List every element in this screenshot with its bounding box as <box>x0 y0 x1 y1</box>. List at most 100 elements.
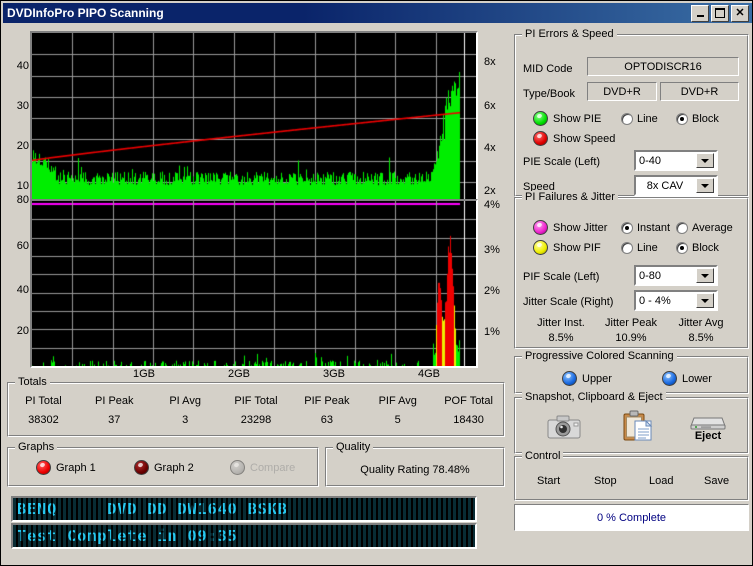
load-button[interactable]: Load <box>649 475 673 487</box>
top-chart-right-tick-6x: 6x <box>484 100 496 112</box>
upper-led-icon <box>562 371 577 386</box>
maximize-icon <box>715 8 725 18</box>
maximize-button[interactable] <box>711 5 729 22</box>
top-chart-ytick-10: 10 <box>5 180 29 192</box>
totals-value: 18430 <box>433 414 504 426</box>
book-value: DVD+R <box>660 82 739 101</box>
top-chart-ytick-30: 30 <box>5 100 29 112</box>
jitter-average-radio[interactable]: Average <box>676 222 733 234</box>
radio-icon <box>621 242 633 254</box>
jitter-peak-header: Jitter Peak <box>595 317 667 329</box>
graph2-button[interactable]: Graph 2 <box>134 460 194 475</box>
window-buttons: ✕ <box>691 5 749 22</box>
close-icon: ✕ <box>735 8 744 19</box>
totals-header: PIF Avg <box>362 395 433 407</box>
totals-header: PIF Peak <box>291 395 362 407</box>
jitter-average-label: Average <box>692 222 733 234</box>
lower-led-icon <box>662 371 677 386</box>
start-button[interactable]: Start <box>537 475 560 487</box>
show-pif-label: Show PIF <box>553 242 601 254</box>
type-book-label: Type/Book <box>523 88 575 100</box>
speed-select[interactable]: 8x CAV <box>634 175 718 196</box>
chevron-down-icon[interactable] <box>696 178 714 193</box>
bottom-chart-ytick-80: 80 <box>5 194 29 206</box>
chevron-down-icon[interactable] <box>696 268 714 283</box>
show-pif-toggle[interactable]: Show PIF <box>533 240 601 255</box>
lower-toggle[interactable]: Lower <box>662 371 712 386</box>
progressive-scanning-group: Progressive Colored Scanning Upper Lower <box>514 356 749 394</box>
show-jitter-toggle[interactable]: Show Jitter <box>533 220 607 235</box>
pi-failures-label: PI Failures & Jitter <box>522 191 618 203</box>
upper-toggle[interactable]: Upper <box>562 371 612 386</box>
jitter-scale-label: Jitter Scale (Right) <box>523 296 613 308</box>
show-jitter-led-icon <box>533 220 548 235</box>
snapshot-button[interactable] <box>545 411 583 443</box>
application-window: DVDInfoPro PIPO Scanning ✕ 40 30 20 10 8… <box>0 0 753 566</box>
pif-line-radio[interactable]: Line <box>621 242 658 254</box>
control-label: Control <box>522 450 563 462</box>
top-chart-right-tick-4x: 4x <box>484 142 496 154</box>
title-bar[interactable]: DVDInfoPro PIPO Scanning ✕ <box>3 3 752 23</box>
pif-scale-label: PIF Scale (Left) <box>523 271 599 283</box>
radio-icon <box>676 113 688 125</box>
top-chart-right-tick-8x: 8x <box>484 56 496 68</box>
xtick-4gb: 4GB <box>418 368 440 380</box>
eject-label: Eject <box>695 430 721 442</box>
quality-group: Quality Quality Rating 78.48% <box>325 447 505 487</box>
compare-button[interactable]: Compare <box>230 460 295 475</box>
pif-scale-select[interactable]: 0-80 <box>634 265 718 286</box>
compare-led-icon <box>230 460 245 475</box>
jitter-scale-value: 0 - 4% <box>636 295 694 307</box>
eject-button[interactable]: Eject <box>683 409 733 445</box>
pie-scale-value: 0-40 <box>636 155 694 167</box>
totals-header: PIF Total <box>221 395 292 407</box>
close-button[interactable]: ✕ <box>731 5 749 22</box>
show-speed-toggle[interactable]: Show Speed <box>533 131 615 146</box>
graph1-label: Graph 1 <box>56 462 96 474</box>
jitter-instant-label: Instant <box>637 222 670 234</box>
xtick-3gb: 3GB <box>323 368 345 380</box>
save-button[interactable]: Save <box>704 475 729 487</box>
jitter-inst-header: Jitter Inst. <box>525 317 597 329</box>
bottom-chart-right-tick-4pct: 4% <box>484 199 500 211</box>
show-pie-toggle[interactable]: Show PIE <box>533 111 601 126</box>
clipboard-button[interactable] <box>619 409 657 443</box>
totals-value: 5 <box>362 414 433 426</box>
stop-button[interactable]: Stop <box>594 475 617 487</box>
jitter-avg-header: Jitter Avg <box>665 317 737 329</box>
camera-icon <box>547 414 581 440</box>
pie-line-radio[interactable]: Line <box>621 113 658 125</box>
pi-failures-chart[interactable] <box>30 199 478 368</box>
pif-block-radio[interactable]: Block <box>676 242 719 254</box>
graph1-button[interactable]: Graph 1 <box>36 460 96 475</box>
eject-icon <box>688 413 728 431</box>
pie-scale-select[interactable]: 0-40 <box>634 150 718 171</box>
pi-errors-label: PI Errors & Speed <box>522 28 617 40</box>
graph1-led-icon <box>36 460 51 475</box>
bottom-chart-ytick-20: 20 <box>5 325 29 337</box>
chevron-down-icon[interactable] <box>696 293 714 308</box>
chevron-down-icon[interactable] <box>696 153 714 168</box>
pif-block-label: Block <box>692 242 719 254</box>
jitter-scale-select[interactable]: 0 - 4% <box>634 290 718 311</box>
radio-icon <box>621 222 633 234</box>
bottom-chart-ytick-60: 60 <box>5 240 29 252</box>
show-pie-led-icon <box>533 111 548 126</box>
show-pif-led-icon <box>533 240 548 255</box>
totals-value: 3 <box>150 414 221 426</box>
jitter-instant-radio[interactable]: Instant <box>621 222 670 234</box>
pi-errors-chart[interactable] <box>30 31 478 205</box>
minimize-button[interactable] <box>691 5 709 22</box>
jitter-avg-value: 8.5% <box>665 332 737 344</box>
totals-value: 23298 <box>221 414 292 426</box>
progress-display: 0 % Complete <box>514 504 749 531</box>
graphs-label: Graphs <box>15 441 57 453</box>
totals-group: Totals PI Total PI Peak PI Avg PIF Total… <box>7 382 505 437</box>
control-group: Control Start Stop Load Save <box>514 456 749 501</box>
pi-failures-canvas <box>32 201 476 366</box>
pie-block-radio[interactable]: Block <box>676 113 719 125</box>
totals-value: 37 <box>79 414 150 426</box>
radio-icon <box>676 222 688 234</box>
graphs-group: Graphs Graph 1 Graph 2 Compare <box>7 447 319 487</box>
graph2-led-icon <box>134 460 149 475</box>
